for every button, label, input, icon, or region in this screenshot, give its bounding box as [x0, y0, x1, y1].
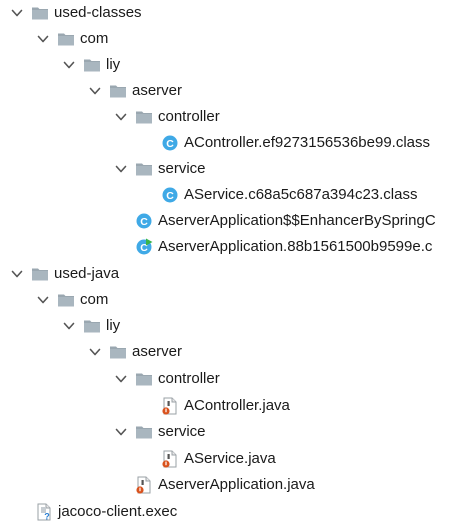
java-file-icon	[161, 397, 179, 415]
folder-icon	[57, 30, 75, 48]
file-label: AserverApplication$$EnhancerBySpringC	[158, 212, 436, 229]
tree-node-controller[interactable]: controller	[114, 104, 220, 130]
tree-node-com[interactable]: com	[36, 26, 108, 52]
folder-label: aserver	[132, 343, 183, 360]
tree-file-aservice-class[interactable]: AService.c68a5c687a394c23.class	[161, 182, 417, 208]
folder-label: com	[80, 291, 109, 308]
file-label: AService.java	[184, 450, 276, 467]
tree-node-aserver[interactable]: aserver	[88, 78, 182, 104]
folder-label: service	[158, 160, 206, 177]
folder-label: used-java	[54, 265, 120, 282]
file-label: AserverApplication.88b1561500b9599e.c	[158, 238, 433, 255]
file-label: AController.ef9273156536be99.class	[184, 134, 431, 151]
folder-label: aserver	[132, 82, 183, 99]
folder-icon	[135, 423, 153, 441]
tree-node-used-classes[interactable]: used-classes	[10, 0, 142, 26]
tree-node-aserver[interactable]: aserver	[88, 339, 182, 365]
tree-file-jacoco-client-exec[interactable]: jacoco-client.exec	[35, 499, 177, 525]
chevron-down-icon[interactable]	[88, 84, 102, 98]
chevron-down-icon[interactable]	[114, 110, 128, 124]
class-file-icon	[135, 212, 153, 230]
chevron-down-icon[interactable]	[10, 6, 24, 20]
chevron-down-icon[interactable]	[10, 267, 24, 281]
folder-icon	[135, 108, 153, 126]
chevron-down-icon[interactable]	[36, 32, 50, 46]
java-file-icon	[161, 450, 179, 468]
tree-node-used-java[interactable]: used-java	[10, 261, 119, 287]
tree-node-service[interactable]: service	[114, 419, 206, 445]
file-label: AController.java	[184, 397, 290, 414]
file-label: AserverApplication.java	[158, 476, 315, 493]
chevron-down-icon[interactable]	[36, 293, 50, 307]
chevron-down-icon[interactable]	[114, 372, 128, 386]
tree-file-acontroller-class[interactable]: AController.ef9273156536be99.class	[161, 130, 430, 156]
runnable-class-file-icon	[135, 238, 153, 256]
folder-icon	[31, 265, 49, 283]
folder-label: liy	[106, 56, 121, 73]
folder-label: controller	[158, 370, 220, 387]
folder-icon	[83, 56, 101, 74]
tree-node-service[interactable]: service	[114, 156, 206, 182]
folder-label: used-classes	[54, 4, 142, 21]
folder-label: controller	[158, 108, 220, 125]
folder-icon	[109, 82, 127, 100]
unknown-file-icon	[35, 503, 53, 521]
folder-label: service	[158, 423, 206, 440]
file-label: AService.c68a5c687a394c23.class	[184, 186, 418, 203]
folder-icon	[135, 370, 153, 388]
project-tree: used-classes com liy aserver controller …	[0, 0, 456, 529]
folder-icon	[135, 160, 153, 178]
folder-label: com	[80, 30, 109, 47]
chevron-down-icon[interactable]	[62, 58, 76, 72]
tree-node-liy[interactable]: liy	[62, 52, 120, 78]
tree-file-aservice-java[interactable]: AService.java	[161, 446, 276, 472]
folder-icon	[31, 4, 49, 22]
tree-file-aserverapplication-java[interactable]: AserverApplication.java	[135, 472, 315, 498]
file-label: jacoco-client.exec	[58, 503, 178, 520]
class-file-icon	[161, 186, 179, 204]
folder-icon	[83, 317, 101, 335]
tree-file-acontroller-java[interactable]: AController.java	[161, 393, 290, 419]
chevron-down-icon[interactable]	[88, 345, 102, 359]
chevron-down-icon[interactable]	[62, 319, 76, 333]
java-file-icon	[135, 476, 153, 494]
folder-icon	[57, 291, 75, 309]
chevron-down-icon[interactable]	[114, 425, 128, 439]
folder-label: liy	[106, 317, 121, 334]
tree-node-liy[interactable]: liy	[62, 313, 120, 339]
folder-icon	[109, 343, 127, 361]
tree-node-controller[interactable]: controller	[114, 366, 220, 392]
tree-file-enhancer-class[interactable]: AserverApplication$$EnhancerBySpringC	[135, 208, 436, 234]
tree-file-aserverapplication-class[interactable]: AserverApplication.88b1561500b9599e.c	[135, 234, 432, 260]
class-file-icon	[161, 134, 179, 152]
chevron-down-icon[interactable]	[114, 162, 128, 176]
tree-node-com[interactable]: com	[36, 287, 108, 313]
